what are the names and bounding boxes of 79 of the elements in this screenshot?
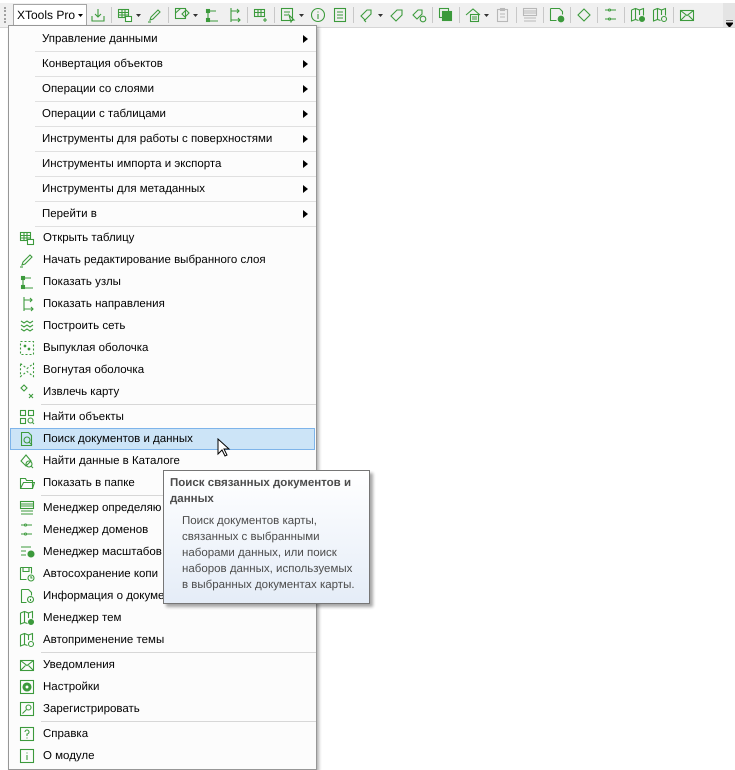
save-icon [19, 566, 35, 582]
dashed-square-icon [19, 340, 35, 356]
form-icon [332, 7, 348, 23]
tooltip-text: Поиск документов карты, связанных с выбранными наборами данных, или поиск наборов данных, используемых в выбранных документах карты. [181, 514, 356, 593]
table-plus-icon [253, 7, 270, 23]
caret-icon [378, 14, 384, 16]
menu-item[interactable]: Инструменты импорта и экспорта [36, 152, 315, 176]
menu-item[interactable]: Зарегистрировать [10, 698, 315, 720]
menu-item[interactable]: Начать редактирование выбранного слоя [10, 249, 315, 271]
toolbar-overflow-button[interactable] [723, 3, 735, 27]
mouse-cursor-icon [217, 438, 231, 458]
caret-icon [726, 20, 732, 27]
menu-item[interactable]: Автоприменение темы [10, 629, 315, 651]
menu-item[interactable]: Инструменты для метаданных [36, 177, 315, 201]
pencil-icon [147, 7, 164, 23]
diamond-icon [576, 7, 592, 23]
submenu-arrow-icon [303, 110, 308, 118]
submenu-arrow-icon [303, 210, 308, 218]
tooltip-title: Поиск связанных документов и данных [170, 476, 352, 507]
document-icon [19, 588, 35, 604]
menu-item[interactable]: Открыть таблицу [10, 227, 315, 249]
submenu-arrow-icon [303, 135, 308, 143]
menu-item[interactable]: Настройки [10, 676, 315, 698]
envelope-icon [679, 7, 696, 23]
tag-refresh-icon [411, 7, 428, 23]
submenu-arrow-icon [303, 185, 308, 193]
caret-icon [299, 14, 304, 16]
menu-item[interactable]: Показать направления [10, 293, 315, 315]
menu-item[interactable]: Конвертация объектов [36, 52, 315, 76]
xtools-pro-button[interactable]: XTools Pro [13, 4, 88, 26]
menu-item[interactable]: Извлечь карту [10, 381, 315, 403]
folder-icon [19, 475, 35, 491]
tag-icon [389, 7, 406, 23]
menu-item[interactable]: Управление данными [36, 27, 315, 51]
info-icon [310, 7, 326, 23]
menu-item[interactable]: Менеджер тем [10, 607, 315, 629]
menu-item[interactable]: Выпуклая оболочка [10, 337, 315, 359]
table-icon [19, 230, 35, 246]
nodes-icon [19, 274, 35, 290]
menu-item[interactable]: Вогнутая оболочка [10, 359, 315, 381]
menu-item[interactable]: Инструменты для работы с поверхностями [36, 127, 315, 151]
map-refresh-icon [19, 632, 35, 648]
stack-icon [438, 7, 454, 23]
settings-icon [19, 679, 35, 695]
map-refresh-icon [652, 7, 668, 23]
mesh-icon [19, 318, 35, 334]
submenu-arrow-icon [303, 60, 308, 68]
toolbar-grip[interactable] [4, 7, 8, 23]
menu-item[interactable]: Справка [10, 723, 315, 745]
search-icon [19, 453, 35, 469]
download-icon [90, 7, 106, 23]
caret-icon [193, 14, 198, 16]
table-icon [117, 7, 134, 23]
info-icon [19, 748, 35, 764]
dashed-shape-icon [19, 362, 35, 378]
caret-icon [484, 14, 490, 16]
menu-item[interactable]: Показать узлы [10, 271, 315, 293]
menu-item[interactable]: Поиск документов и данных [10, 428, 315, 450]
menu-item[interactable]: Найти объекты [10, 406, 315, 428]
menu-item[interactable]: Построить сеть [10, 315, 315, 337]
envelope-icon [19, 657, 35, 673]
menu-item[interactable]: Перейти в [36, 202, 315, 226]
domains-icon [19, 522, 35, 538]
search-icon [19, 431, 35, 447]
submenu-arrow-icon [303, 35, 308, 43]
menu-item[interactable]: Операции с таблицами [36, 102, 315, 126]
search-icon [19, 409, 35, 425]
submenu-arrow-icon [303, 85, 308, 93]
menu-item[interactable]: О модуле [10, 745, 315, 767]
menu-item[interactable]: Найти данные в Каталоге [10, 450, 315, 472]
menu-item[interactable]: Операции со слоями [36, 77, 315, 101]
nodes-icon [204, 7, 220, 23]
help-icon [19, 726, 35, 742]
caret-icon [136, 14, 142, 16]
caret-icon [78, 14, 84, 16]
pencil-icon [19, 252, 35, 268]
submenu-arrow-icon [303, 160, 308, 168]
menu-item[interactable]: Уведомления [10, 654, 315, 676]
select-icon [280, 7, 296, 23]
